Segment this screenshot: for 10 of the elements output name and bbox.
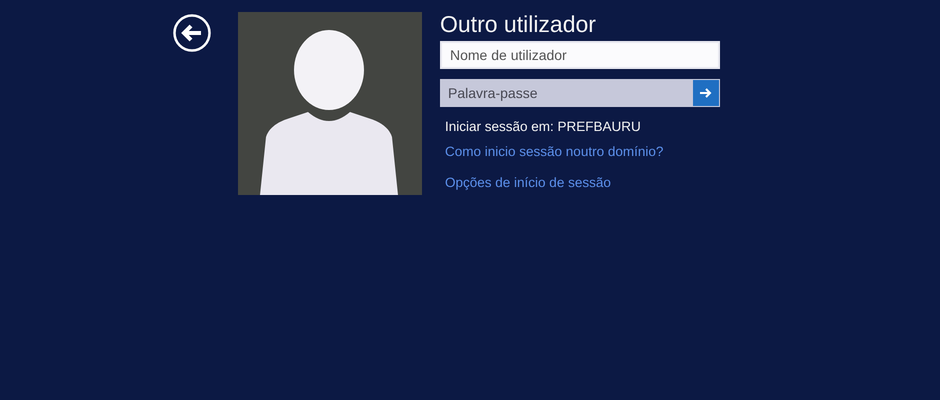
sign-in-domain-text: Iniciar sessão em: PREFBAURU <box>445 119 641 134</box>
password-field[interactable]: Palavra-passe <box>440 79 692 107</box>
back-button[interactable] <box>172 13 212 53</box>
help-link[interactable]: Como inicio sessão noutro domínio? <box>445 144 664 159</box>
page-title: Outro utilizador <box>440 10 596 39</box>
submit-button[interactable] <box>692 79 720 107</box>
username-field[interactable]: Nome de utilizador <box>440 41 720 69</box>
user-silhouette-icon <box>238 12 422 195</box>
help-link[interactable]: Opções de início de sessão <box>445 175 611 190</box>
arrow-right-icon <box>700 88 712 98</box>
